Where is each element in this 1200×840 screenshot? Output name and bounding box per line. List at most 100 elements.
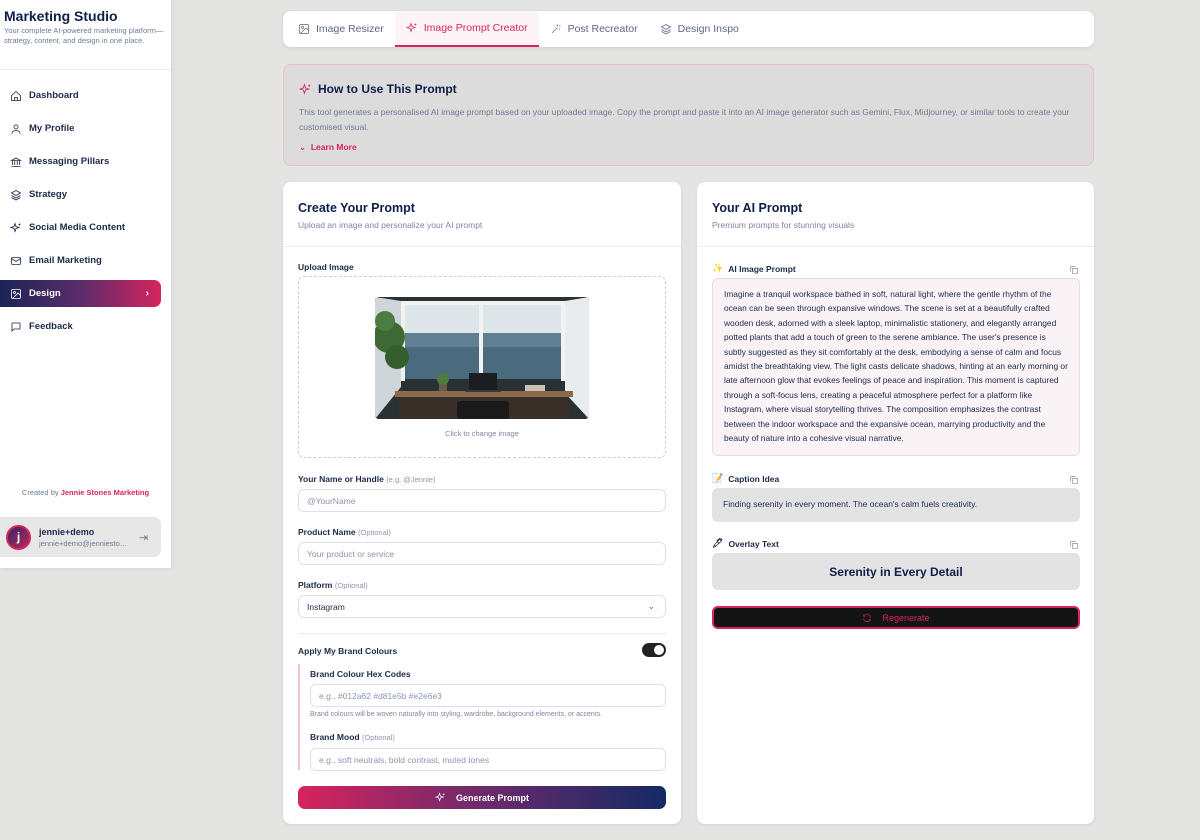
learn-more-label: Learn More bbox=[310, 142, 357, 152]
tab-image-prompt-creator[interactable]: Image Prompt Creator bbox=[394, 11, 539, 47]
panel-header: Your AI Prompt Premium prompts for stunn… bbox=[697, 182, 1094, 247]
divider bbox=[298, 633, 666, 634]
tab-design-inspo[interactable]: Design Inspo bbox=[649, 11, 750, 47]
sidebar-item-dashboard[interactable]: Dashboard bbox=[0, 82, 161, 109]
workspace-ocean-image bbox=[375, 297, 589, 419]
sparkle-emoji-icon: ✨ bbox=[712, 263, 724, 273]
layers-icon bbox=[660, 24, 671, 35]
optional-tag: (Optional) bbox=[361, 733, 395, 742]
sidebar-item-messaging-pillars[interactable]: Messaging Pillars bbox=[0, 148, 161, 175]
chevron-down-icon: ⌄ bbox=[299, 142, 307, 152]
sidebar-item-design[interactable]: Design › bbox=[0, 280, 161, 307]
sparkles-icon bbox=[299, 82, 311, 95]
platform-label: Platform (Optional) bbox=[298, 580, 368, 590]
created-by: Created by Jennie Stones Marketing bbox=[0, 488, 171, 497]
created-prefix: Created by bbox=[21, 488, 59, 497]
brand: Marketing Studio Your complete AI-powere… bbox=[0, 0, 171, 70]
user-card[interactable]: j jennie+demo jennie+demo@jenniestonesma… bbox=[0, 517, 161, 557]
user-info: jennie+demo jennie+demo@jenniestonesmark… bbox=[39, 527, 129, 548]
tab-label: Image Resizer bbox=[316, 23, 384, 35]
platform-value: Instagram bbox=[307, 601, 345, 612]
logout-icon[interactable]: ⇥ bbox=[139, 531, 148, 544]
product-label-text: Product Name bbox=[298, 527, 356, 537]
sparkles-icon bbox=[10, 221, 21, 233]
product-name-input[interactable] bbox=[298, 542, 666, 565]
brand-mood-input[interactable] bbox=[310, 748, 666, 771]
name-handle-input[interactable] bbox=[298, 489, 666, 512]
brand-hex-input[interactable] bbox=[310, 684, 666, 707]
avatar: j bbox=[6, 524, 31, 550]
overlay-label-text: Overlay Text bbox=[728, 538, 779, 549]
copy-icon[interactable] bbox=[1069, 537, 1079, 550]
sidebar-item-social-media[interactable]: Social Media Content bbox=[0, 214, 161, 241]
sidebar-item-label: Messaging Pillars bbox=[29, 156, 110, 167]
learn-more-link[interactable]: ⌄ Learn More bbox=[299, 142, 1078, 153]
ai-prompt-label: ✨ AI Image Prompt bbox=[712, 263, 796, 274]
sidebar-item-label: Design bbox=[29, 288, 61, 299]
mail-icon bbox=[11, 256, 21, 265]
sidebar-item-feedback[interactable]: Feedback bbox=[0, 313, 161, 340]
memo-emoji-icon: 📝 bbox=[712, 473, 724, 483]
sparkles-icon bbox=[434, 792, 445, 802]
sidebar-item-label: Feedback bbox=[29, 321, 73, 332]
product-label: Product Name (Optional) bbox=[298, 527, 391, 537]
created-by-link[interactable]: Jennie Stones Marketing bbox=[61, 488, 149, 497]
tab-image-resizer[interactable]: Image Resizer bbox=[287, 11, 395, 47]
panel-subtitle: Upload an image and personalize your AI … bbox=[298, 220, 483, 230]
brand-subtitle: Your complete AI-powered marketing platf… bbox=[4, 26, 164, 45]
copy-icon[interactable] bbox=[1069, 262, 1079, 275]
chevron-right-icon: › bbox=[145, 288, 149, 299]
brand-colours-label: Apply My Brand Colours bbox=[298, 646, 398, 656]
ai-prompt-label-text: AI Image Prompt bbox=[728, 263, 796, 274]
create-prompt-panel: Create Your Prompt Upload an image and p… bbox=[283, 182, 681, 824]
regenerate-button[interactable]: Regenerate bbox=[712, 606, 1080, 629]
ai-prompt-text: Imagine a tranquil workspace bathed in s… bbox=[712, 278, 1080, 456]
name-label-text: Your Name or Handle bbox=[298, 474, 384, 484]
panel-title: Create Your Prompt bbox=[298, 201, 415, 215]
user-icon bbox=[11, 124, 21, 134]
how-to-title: How to Use This Prompt bbox=[299, 82, 1078, 96]
how-to-title-text: How to Use This Prompt bbox=[318, 82, 457, 96]
pen-emoji-icon: 🖊 bbox=[712, 538, 724, 548]
image-upload-dropzone[interactable]: Click to change image bbox=[298, 276, 666, 458]
tab-bar: Image Resizer Image Prompt Creator Post … bbox=[283, 11, 1094, 47]
generate-prompt-button[interactable]: Generate Prompt bbox=[298, 786, 666, 809]
hex-hint: Brand colours will be woven naturally in… bbox=[310, 711, 603, 718]
panel-header: Create Your Prompt Upload an image and p… bbox=[283, 182, 681, 247]
panel-title: Your AI Prompt bbox=[712, 201, 803, 215]
sidebar-nav: Dashboard My Profile Messaging Pillars S… bbox=[0, 70, 171, 340]
sidebar-item-label: Social Media Content bbox=[29, 222, 126, 233]
user-email: jennie+demo@jenniestonesmarketing.com bbox=[39, 538, 129, 548]
platform-label-text: Platform bbox=[298, 580, 333, 590]
caption-label-text: Caption Idea bbox=[728, 473, 780, 484]
tab-label: Image Prompt Creator bbox=[423, 22, 528, 34]
hex-label: Brand Colour Hex Codes bbox=[310, 669, 411, 679]
brand-block-accent bbox=[298, 664, 300, 770]
layers-icon bbox=[10, 189, 22, 200]
how-to-banner: How to Use This Prompt This tool generat… bbox=[283, 64, 1094, 166]
sidebar-item-strategy[interactable]: Strategy bbox=[0, 181, 161, 208]
regenerate-label: Regenerate bbox=[882, 612, 930, 623]
overlay-text: Serenity in Every Detail bbox=[712, 553, 1080, 590]
change-image-hint: Click to change image bbox=[445, 429, 519, 438]
platform-select[interactable]: Instagram ⌄ bbox=[298, 595, 666, 618]
sidebar-item-label: Email Marketing bbox=[29, 255, 102, 266]
panel-subtitle: Premium prompts for stunning visuals bbox=[712, 220, 855, 230]
chevron-down-icon: ⌄ bbox=[647, 601, 655, 611]
uploaded-image-preview[interactable] bbox=[375, 297, 589, 419]
ai-prompt-panel: Your AI Prompt Premium prompts for stunn… bbox=[697, 182, 1094, 824]
brand-colours-toggle[interactable] bbox=[642, 643, 666, 657]
sidebar-item-label: Dashboard bbox=[29, 90, 79, 101]
refresh-icon bbox=[863, 613, 872, 622]
tab-post-recreator[interactable]: Post Recreator bbox=[539, 11, 649, 47]
copy-icon[interactable] bbox=[1069, 472, 1079, 485]
message-icon bbox=[11, 322, 21, 332]
caption-label: 📝 Caption Idea bbox=[712, 473, 779, 484]
sidebar-item-label: Strategy bbox=[29, 189, 68, 200]
sidebar-item-profile[interactable]: My Profile bbox=[0, 115, 161, 142]
sidebar-item-email-marketing[interactable]: Email Marketing bbox=[0, 247, 161, 274]
sidebar: Marketing Studio Your complete AI-powere… bbox=[0, 0, 171, 568]
pillars-icon bbox=[10, 157, 22, 167]
image-icon bbox=[299, 24, 309, 34]
name-label: Your Name or Handle (e.g. @Jennie) bbox=[298, 474, 436, 484]
